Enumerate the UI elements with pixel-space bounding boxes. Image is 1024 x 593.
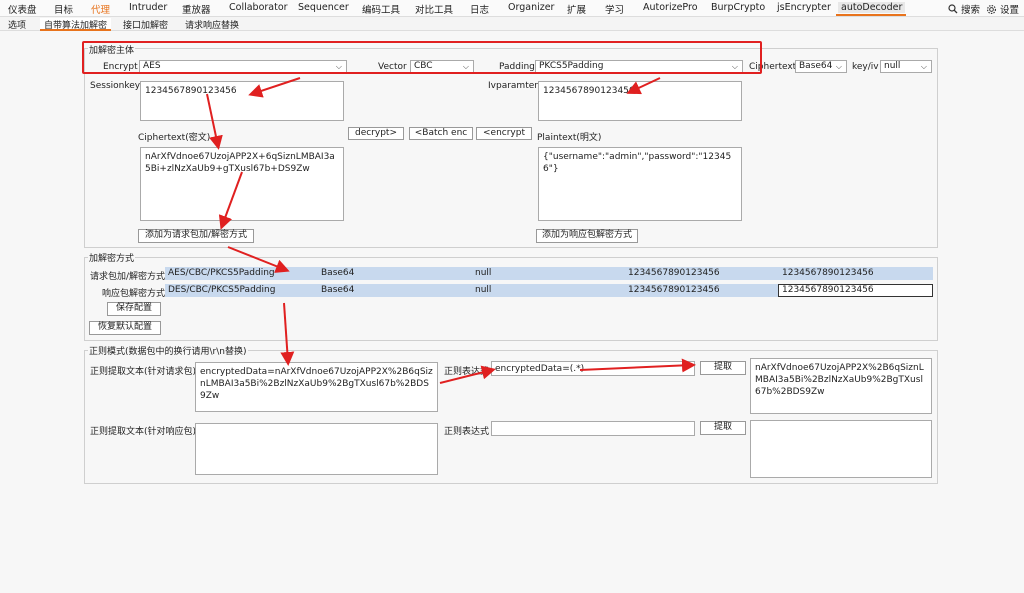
restore-default-button[interactable]: 恢复默认配置 — [89, 321, 161, 335]
resp-extract-button[interactable]: 提取 — [700, 421, 746, 435]
menu-organizer[interactable]: Organizer — [508, 2, 554, 13]
ciphertext-format-select[interactable]: Base64 ⌵ — [795, 60, 847, 73]
menu-repeater[interactable]: 重放器 — [182, 2, 211, 16]
req-extract-button[interactable]: 提取 — [700, 361, 746, 375]
menu-jsencrypter[interactable]: jsEncrypter — [777, 2, 831, 13]
sub-tab-bar: 选项 自带算法加解密 接口加解密 请求响应替换 — [0, 17, 1024, 31]
menu-dashboard[interactable]: 仪表盘 — [8, 2, 37, 16]
menu-intruder[interactable]: Intruder — [129, 2, 167, 13]
request-algo-cell: AES/CBC/PKCS5Padding — [168, 268, 275, 278]
sessionkey-label: Sessionkey — [90, 81, 141, 91]
search-icon — [948, 4, 958, 14]
active-menu-underline — [836, 14, 906, 16]
annotation-red-box — [82, 41, 762, 74]
menu-autodecoder[interactable]: autoDecoder — [838, 2, 906, 13]
response-format-cell: Base64 — [321, 285, 355, 295]
plaintext-field[interactable]: {"username":"admin","password":"123456"} — [538, 147, 742, 221]
ivparam-value: 1234567890123456 — [543, 86, 635, 96]
search-tool[interactable]: 搜索 — [948, 2, 980, 16]
req-regex-result-value: nArXfVdnoe67UzojAPP2X%2B6qSiznLMBAI3a5Bi… — [755, 363, 924, 397]
req-regex-result-field[interactable]: nArXfVdnoe67UzojAPP2X%2B6qSiznLMBAI3a5Bi… — [750, 358, 932, 414]
menu-sequencer[interactable]: Sequencer — [298, 2, 349, 13]
menu-proxy[interactable]: 代理 — [91, 2, 110, 16]
settings-label: 设置 — [1000, 5, 1020, 16]
table-row[interactable]: DES/CBC/PKCS5Padding Base64 null 1234567… — [165, 284, 933, 297]
req-regex-expr-input[interactable]: encryptedData=(.*) — [491, 361, 695, 376]
request-method-label: 请求包加/解密方式 — [90, 272, 166, 282]
plaintext-label: Plaintext(明文) — [537, 133, 602, 143]
ciphertext-label: Ciphertext(密文) — [138, 133, 211, 143]
keyiv-select[interactable]: null ⌵ — [880, 60, 932, 73]
regex-group-title: 正则模式(数据包中的换行请用\r\n替换) — [88, 344, 248, 357]
ciphertext-format-value: Base64 — [799, 61, 833, 71]
req-regex-expr-value: encryptedData=(.*) — [495, 364, 585, 374]
sessionkey-value: 1234567890123456 — [145, 86, 237, 96]
search-label: 搜索 — [961, 5, 981, 16]
tab-options[interactable]: 选项 — [8, 18, 26, 31]
gear-icon — [986, 4, 997, 15]
resp-regex-expr-label: 正则表达式 — [444, 427, 490, 437]
response-iv-edit-cell[interactable]: 1234567890123456 — [778, 284, 933, 297]
settings-tool[interactable]: 设置 — [986, 2, 1019, 16]
req-regex-text-value: encryptedData=nArXfVdnoe67UzojAPP2X%2B6q… — [200, 367, 433, 401]
save-config-button[interactable]: 保存配置 — [107, 302, 161, 316]
decrypt-button[interactable]: decrypt> — [348, 127, 404, 140]
batch-enc-button[interactable]: <Batch enc — [409, 127, 473, 140]
req-regex-expr-label: 正则表达式 — [444, 367, 490, 377]
top-menu-bar: 仪表盘 目标 代理 Intruder 重放器 Collaborator Sequ… — [0, 0, 1024, 17]
menu-decoder[interactable]: 编码工具 — [362, 2, 400, 16]
menu-collaborator[interactable]: Collaborator — [229, 2, 288, 13]
menu-extensions[interactable]: 扩展 — [567, 2, 586, 16]
ivparam-label: Ivparamter — [488, 81, 538, 91]
req-regex-text-field[interactable]: encryptedData=nArXfVdnoe67UzojAPP2X%2B6q… — [195, 362, 438, 412]
response-iv-cell: 1234567890123456 — [782, 285, 874, 295]
response-algo-cell: DES/CBC/PKCS5Padding — [168, 285, 276, 295]
resp-regex-expr-input[interactable] — [491, 421, 695, 436]
add-request-crypto-button[interactable]: 添加为请求包加/解密方式 — [138, 229, 254, 243]
ciphertext-value: nArXfVdnoe67UzojAPP2X+6qSiznLMBAI3a5Bi+z… — [145, 152, 335, 174]
tab-req-resp-replace[interactable]: 请求响应替换 — [185, 18, 239, 31]
menu-target[interactable]: 目标 — [54, 2, 73, 16]
menu-autorizepro[interactable]: AutorizePro — [643, 2, 698, 13]
add-response-crypto-button[interactable]: 添加为响应包解密方式 — [536, 229, 638, 243]
menu-comparer[interactable]: 对比工具 — [415, 2, 453, 16]
menu-learn[interactable]: 学习 — [605, 2, 624, 16]
request-keyiv-cell: null — [475, 268, 492, 278]
tab-builtin-crypto[interactable]: 自带算法加解密 — [40, 18, 112, 31]
request-key-cell: 1234567890123456 — [628, 268, 720, 278]
methods-group-title: 加解密方式 — [88, 251, 136, 264]
encrypt-button[interactable]: <encrypt — [476, 127, 532, 140]
ciphertext-field[interactable]: nArXfVdnoe67UzojAPP2X+6qSiznLMBAI3a5Bi+z… — [140, 147, 344, 221]
chevron-down-icon: ⌵ — [835, 62, 842, 71]
keyiv-value: null — [884, 61, 901, 71]
request-iv-cell: 1234567890123456 — [782, 268, 874, 278]
chevron-down-icon: ⌵ — [920, 62, 927, 71]
resp-regex-text-field[interactable] — [195, 423, 438, 475]
plaintext-value: {"username":"admin","password":"123456"} — [543, 152, 732, 174]
menu-burpcrypto[interactable]: BurpCrypto — [711, 2, 765, 13]
response-method-label: 响应包解密方式 — [102, 289, 166, 299]
menu-logger[interactable]: 日志 — [470, 2, 489, 16]
tab-interface-crypto[interactable]: 接口加解密 — [123, 18, 168, 31]
request-format-cell: Base64 — [321, 268, 355, 278]
resp-regex-result-field[interactable] — [750, 420, 932, 478]
req-regex-text-label: 正则提取文本(针对请求包) — [90, 367, 197, 377]
resp-regex-text-label: 正则提取文本(针对响应包) — [90, 427, 197, 437]
response-keyiv-cell: null — [475, 285, 492, 295]
ivparam-field[interactable]: 1234567890123456 — [538, 81, 742, 121]
table-row[interactable]: AES/CBC/PKCS5Padding Base64 null 1234567… — [165, 267, 933, 280]
response-key-cell: 1234567890123456 — [628, 285, 720, 295]
keyiv-label: key/iv — [852, 62, 879, 72]
sessionkey-field[interactable]: 1234567890123456 — [140, 81, 344, 121]
